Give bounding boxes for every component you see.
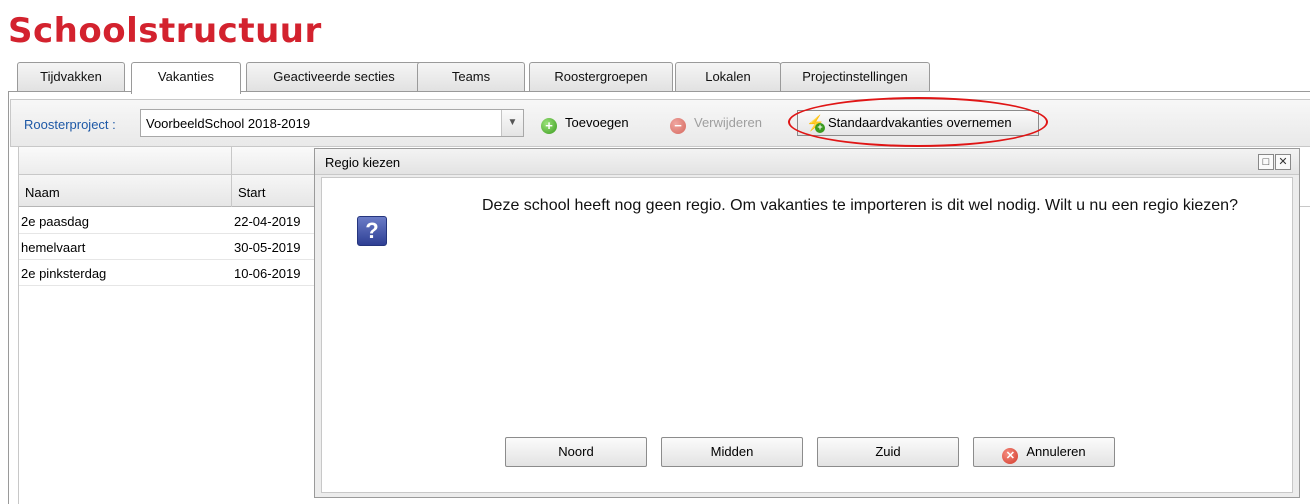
regio-kiezen-dialog: Regio kiezen □ ✕ ? Deze school heeft nog… — [314, 148, 1300, 498]
tab-lokalen[interactable]: Lokalen — [675, 62, 781, 92]
lightning-add-icon: ⚡ + — [806, 115, 825, 133]
roosterproject-label: Roosterproject : — [24, 117, 116, 132]
table-row[interactable]: 2e pinksterdag 10-06-2019 — [19, 260, 319, 286]
dialog-body: ? Deze school heeft nog geen regio. Om v… — [321, 177, 1293, 493]
cancel-icon: ✕ — [1002, 448, 1019, 464]
grid-right-edge — [1300, 147, 1310, 207]
table-row[interactable]: 2e paasdag 22-04-2019 — [19, 208, 319, 234]
vakanties-grid: Naam Start 2e paasdag 22-04-2019 hemelva… — [18, 147, 319, 504]
zuid-button[interactable]: Zuid — [817, 437, 959, 467]
maximize-icon[interactable]: □ — [1258, 154, 1274, 170]
remove-button[interactable]: − Verwijderen — [670, 109, 762, 137]
tab-roostergroepen[interactable]: Roostergroepen — [529, 62, 673, 92]
standaardvakanties-label: Standaardvakanties overnemen — [828, 115, 1012, 130]
tab-vakanties[interactable]: Vakanties — [131, 62, 241, 94]
dialog-message: Deze school heeft nog geen regio. Om vak… — [482, 197, 1238, 214]
row-naam: 2e pinksterdag — [21, 266, 107, 281]
midden-button[interactable]: Midden — [661, 437, 803, 467]
tab-teams[interactable]: Teams — [417, 62, 525, 92]
roosterproject-select[interactable]: VoorbeeldSchool 2018-2019 ▼ — [140, 109, 524, 137]
tab-geactiveerde-secties[interactable]: Geactiveerde secties — [246, 62, 422, 92]
add-button[interactable]: + Toevoegen — [541, 109, 629, 137]
close-icon[interactable]: ✕ — [1275, 154, 1291, 170]
noord-button[interactable]: Noord — [505, 437, 647, 467]
grid-column-header: Naam Start — [19, 175, 319, 207]
tab-tijdvakken[interactable]: Tijdvakken — [17, 62, 125, 92]
annuleren-button[interactable]: ✕ Annuleren — [973, 437, 1115, 467]
annuleren-label: Annuleren — [1026, 444, 1086, 459]
chevron-down-icon[interactable]: ▼ — [501, 110, 523, 136]
grid-group-header — [19, 147, 319, 175]
row-start: 10-06-2019 — [234, 266, 301, 281]
standaardvakanties-button[interactable]: ⚡ + Standaardvakanties overnemen — [797, 110, 1039, 136]
tab-projectinstellingen[interactable]: Projectinstellingen — [780, 62, 930, 92]
remove-button-label: Verwijderen — [694, 115, 762, 130]
row-start: 30-05-2019 — [234, 240, 301, 255]
roosterproject-value: VoorbeeldSchool 2018-2019 — [146, 116, 311, 131]
minus-circle-icon: − — [670, 118, 686, 134]
question-icon: ? — [357, 216, 387, 246]
page-title: Schoolstructuur — [8, 11, 322, 51]
dialog-title-bar[interactable]: Regio kiezen □ ✕ — [315, 149, 1299, 175]
column-header-start[interactable]: Start — [238, 185, 265, 200]
dialog-title: Regio kiezen — [325, 155, 401, 170]
plus-circle-icon: + — [541, 118, 557, 134]
row-naam: hemelvaart — [21, 240, 86, 255]
column-header-naam[interactable]: Naam — [25, 185, 60, 200]
row-naam: 2e paasdag — [21, 214, 89, 229]
row-start: 22-04-2019 — [234, 214, 301, 229]
add-button-label: Toevoegen — [565, 115, 629, 130]
table-row[interactable]: hemelvaart 30-05-2019 — [19, 234, 319, 260]
